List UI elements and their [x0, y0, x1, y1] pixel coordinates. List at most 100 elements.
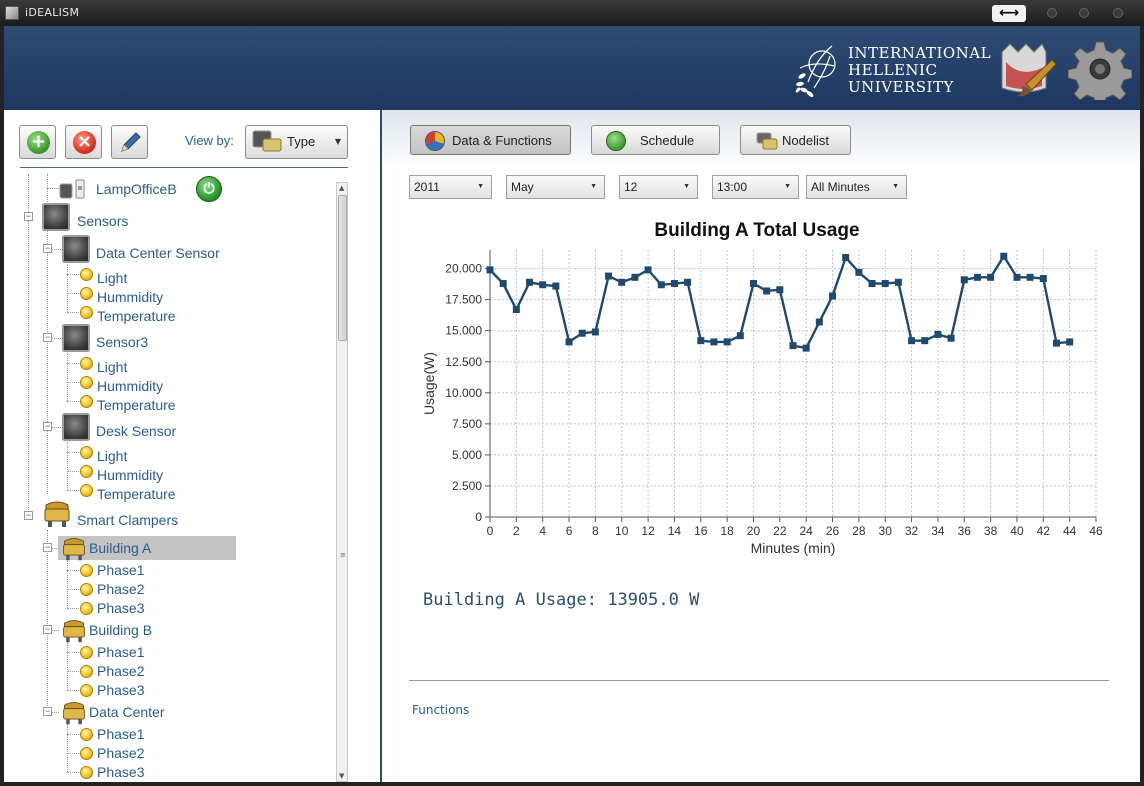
logo-line-1: INTERNATIONAL — [848, 44, 992, 62]
scrollbar-thumb[interactable] — [338, 195, 347, 341]
university-logo: INTERNATIONAL HELLENIC UNIVERSITY — [792, 42, 991, 98]
data-point — [908, 337, 916, 345]
data-point — [657, 281, 665, 289]
data-point — [894, 278, 902, 286]
x-tick-label: 16 — [694, 524, 708, 538]
data-point — [776, 286, 784, 294]
collapse-icon[interactable]: − — [43, 244, 52, 253]
year-select[interactable]: 2011 ▼ — [409, 175, 492, 199]
humidity-icon — [80, 287, 93, 300]
sidebar: + × View by: Type ▼ LampOfficeB ⏻ − Sens… — [4, 110, 380, 782]
light-icon — [80, 357, 93, 370]
tab-label: Schedule — [640, 133, 695, 148]
x-tick-label: 40 — [1010, 524, 1024, 538]
data-point — [1066, 338, 1074, 346]
scroll-up-icon[interactable]: ▲ — [339, 184, 344, 192]
app-header: INTERNATIONAL HELLENIC UNIVERSITY — [4, 26, 1140, 110]
tree-scrollbar[interactable]: ▲ ≡ ▼ — [336, 182, 348, 782]
data-point — [1013, 273, 1021, 281]
data-point — [829, 292, 837, 300]
temperature-icon — [80, 484, 93, 497]
x-tick-label: 26 — [826, 524, 840, 538]
x-tick-label: 42 — [1037, 524, 1051, 538]
paint-brush-icon[interactable] — [996, 38, 1060, 100]
power-icon[interactable]: ⏻ — [196, 176, 222, 202]
tab-data-functions[interactable]: Data & Functions — [410, 125, 571, 155]
x-tick-label: 30 — [879, 524, 893, 538]
data-point — [763, 287, 771, 295]
x-icon: × — [73, 131, 96, 154]
y-tick-label: 5.000 — [452, 448, 482, 462]
resize-icon[interactable]: ⟷ — [992, 5, 1026, 22]
nodelist-icon — [756, 132, 778, 150]
clock-icon — [606, 131, 626, 151]
hour-select[interactable]: 13:00 ▼ — [712, 175, 799, 199]
tab-schedule[interactable]: Schedule — [591, 125, 720, 155]
maximize-icon[interactable] — [1079, 8, 1089, 18]
data-point — [578, 329, 586, 337]
humidity-icon — [80, 465, 93, 478]
tab-nodelist[interactable]: Nodelist — [740, 125, 851, 155]
x-tick-label: 8 — [592, 524, 599, 538]
y-tick-label: 20.000 — [445, 262, 482, 276]
y-tick-label: 12.500 — [445, 355, 482, 369]
day-select[interactable]: 12 ▼ — [619, 175, 698, 199]
collapse-icon[interactable]: − — [43, 625, 52, 634]
phase-icon — [80, 728, 93, 741]
edit-button[interactable] — [111, 125, 148, 159]
x-tick-label: 14 — [668, 524, 682, 538]
collapse-icon[interactable]: − — [43, 422, 52, 431]
x-tick-label: 32 — [905, 524, 919, 538]
delete-button[interactable]: × — [65, 125, 102, 159]
y-tick-label: 17.500 — [445, 293, 482, 307]
pencil-icon — [121, 132, 141, 152]
light-icon — [80, 446, 93, 459]
usage-readout: Building A Usage: 13905.0 W — [423, 590, 700, 610]
data-point — [815, 318, 823, 326]
data-point — [1052, 339, 1060, 347]
viewby-label: View by: — [185, 133, 234, 148]
data-point — [1039, 275, 1047, 283]
phase-icon — [80, 684, 93, 697]
plus-icon: + — [27, 131, 50, 154]
x-tick-label: 18 — [720, 524, 734, 538]
collapse-icon[interactable]: − — [43, 333, 52, 342]
data-point — [618, 278, 626, 286]
tab-label: Nodelist — [782, 133, 829, 148]
scroll-down-icon[interactable]: ▼ — [339, 772, 344, 780]
clamp-icon — [63, 620, 85, 643]
data-point — [987, 273, 995, 281]
data-point — [565, 338, 573, 346]
viewby-select[interactable]: Type ▼ — [245, 125, 348, 159]
data-point — [723, 338, 731, 346]
clamp-icon — [63, 702, 85, 725]
minimize-icon[interactable] — [1047, 8, 1057, 18]
y-axis-label: Usage(W) — [421, 352, 437, 415]
add-button[interactable]: + — [19, 125, 56, 159]
gear-icon[interactable] — [1068, 38, 1132, 100]
data-point — [947, 334, 955, 342]
chevron-down-icon: ▼ — [334, 137, 341, 146]
collapse-icon[interactable]: − — [24, 511, 33, 520]
chevron-down-icon: ▼ — [892, 183, 899, 190]
phase-icon — [80, 602, 93, 615]
data-point — [749, 280, 757, 288]
data-point — [736, 332, 744, 340]
phase-icon — [80, 564, 93, 577]
data-point — [486, 266, 494, 274]
y-tick-label: 2.500 — [452, 479, 482, 493]
minutes-select[interactable]: All Minutes ▼ — [806, 175, 907, 199]
chevron-down-icon: ▼ — [683, 183, 690, 190]
collapse-icon[interactable]: − — [43, 707, 52, 716]
close-icon[interactable] — [1113, 8, 1123, 18]
phase-icon — [80, 665, 93, 678]
collapse-icon[interactable]: − — [24, 212, 33, 221]
chevron-down-icon: ▼ — [477, 183, 484, 190]
collapse-icon[interactable]: − — [43, 543, 52, 552]
data-point — [973, 273, 981, 281]
day-value: 12 — [624, 180, 638, 194]
x-tick-label: 2 — [513, 524, 520, 538]
minutes-value: All Minutes — [811, 180, 870, 194]
month-select[interactable]: May ▼ — [506, 175, 605, 199]
humidity-icon — [80, 376, 93, 389]
